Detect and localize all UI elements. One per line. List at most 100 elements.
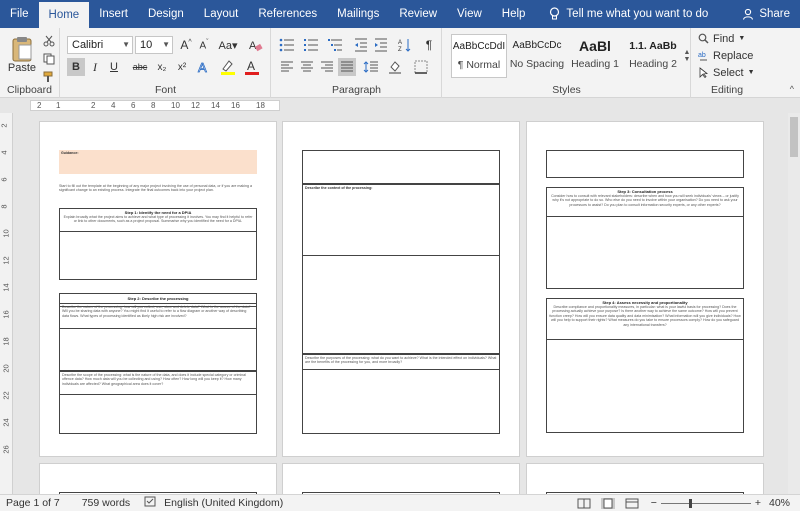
tab-mailings[interactable]: Mailings — [327, 0, 389, 28]
font-color-button[interactable]: A — [243, 58, 261, 76]
change-case-button[interactable]: Aa▾ — [219, 36, 238, 54]
view-buttons — [577, 497, 639, 509]
select-button[interactable]: Select ▼ — [698, 64, 755, 81]
line-spacing-button[interactable] — [362, 58, 380, 76]
web-layout-icon[interactable] — [625, 498, 639, 509]
underline-button[interactable]: U — [105, 58, 123, 76]
borders-button[interactable] — [412, 58, 430, 76]
language[interactable]: English (United Kingdom) — [164, 497, 283, 509]
ruler-mark: 16 — [231, 101, 240, 110]
tab-help[interactable]: Help — [492, 0, 536, 28]
page-4[interactable] — [39, 463, 277, 494]
tab-layout[interactable]: Layout — [194, 0, 249, 28]
vertical-scrollbar[interactable] — [788, 113, 800, 494]
scrollbar-thumb[interactable] — [790, 117, 798, 157]
clipboard-group: Paste Clipboard — [0, 28, 60, 98]
align-center-button[interactable] — [298, 58, 316, 76]
clear-formatting-button[interactable]: A — [247, 36, 265, 54]
page-6[interactable] — [526, 463, 764, 494]
paste-button[interactable]: Paste — [6, 32, 38, 78]
multilevel-list-button[interactable] — [326, 36, 344, 54]
document-canvas[interactable]: Guidance: Start to fill out the template… — [14, 113, 800, 494]
page-3[interactable]: Step 3: Consultation process Consider ho… — [526, 121, 764, 457]
tab-references[interactable]: References — [248, 0, 327, 28]
decrease-indent-button[interactable] — [352, 36, 370, 54]
styles-scroll-button[interactable]: ▲ ▼ — [683, 34, 691, 78]
align-left-button[interactable] — [278, 58, 296, 76]
vruler-mark: 10 — [1, 229, 11, 238]
styles-group-label: Styles — [552, 84, 581, 96]
tab-insert[interactable]: Insert — [89, 0, 138, 28]
zoom-out-icon[interactable]: − — [651, 497, 657, 509]
zoom-thumb[interactable] — [688, 498, 692, 508]
intro-text: Start to fill out the template at the be… — [59, 184, 252, 193]
print-layout-icon[interactable] — [600, 497, 615, 509]
style-heading-2[interactable]: 1.1. AaBb Heading 2 — [625, 34, 681, 78]
vertical-ruler[interactable]: 2 4 6 8 10 12 14 16 18 20 22 24 26 — [0, 113, 13, 494]
multilevel-list-icon — [328, 39, 342, 51]
bold-button[interactable]: B — [67, 58, 85, 76]
status-bar: Page 1 of 7 759 words English (United Ki… — [0, 494, 800, 511]
p2-top-box — [302, 150, 500, 184]
tab-review[interactable]: Review — [389, 0, 447, 28]
show-marks-button[interactable]: ¶ — [420, 36, 438, 54]
page-5[interactable] — [282, 463, 520, 494]
tell-me-text: Tell me what you want to do — [566, 8, 709, 20]
vruler-mark: 2 — [0, 123, 9, 128]
style-heading-1[interactable]: AaBl Heading 1 — [567, 34, 623, 78]
find-button[interactable]: Find ▼ — [698, 30, 745, 47]
sort-button[interactable]: AZ — [396, 36, 414, 54]
bullet-list-icon — [279, 38, 294, 52]
numbering-button[interactable] — [302, 36, 320, 54]
style-heading-2-preview: 1.1. AaBb — [629, 40, 677, 52]
clear-formatting-icon: A — [249, 40, 263, 52]
copy-button[interactable] — [40, 50, 58, 68]
nature-box: Describe the nature of the processing: h… — [59, 303, 257, 371]
share-button[interactable]: Share — [742, 0, 790, 28]
zoom-slider[interactable]: − + — [651, 497, 761, 509]
word-count[interactable]: 759 words — [82, 497, 130, 509]
justify-button[interactable] — [338, 58, 356, 76]
zoom-in-icon[interactable]: + — [755, 497, 761, 509]
border-icon — [414, 60, 428, 74]
style-normal[interactable]: AaBbCcDdI ¶ Normal — [451, 34, 507, 78]
shrink-font-button[interactable]: Aˇ — [195, 36, 213, 54]
cut-button[interactable] — [40, 32, 58, 50]
font-name-select[interactable]: Calibri ▼ — [67, 36, 133, 54]
replace-button[interactable]: ab Replace — [698, 47, 753, 64]
style-heading-1-name: Heading 1 — [571, 58, 619, 70]
tell-me-box[interactable]: Tell me what you want to do — [549, 0, 708, 28]
zoom-track[interactable] — [660, 498, 751, 508]
style-no-spacing[interactable]: AaBbCcDc No Spacing — [509, 34, 565, 78]
subscript-button[interactable]: x₂ — [153, 58, 171, 76]
superscript-button[interactable]: x² — [173, 58, 191, 76]
purpose-text: Describe the purposes of the processing:… — [305, 356, 497, 365]
tab-file[interactable]: File — [0, 0, 39, 28]
strikethrough-button[interactable]: abc — [131, 58, 149, 76]
align-left-icon — [281, 61, 293, 72]
increase-indent-button[interactable] — [372, 36, 390, 54]
bullets-button[interactable] — [278, 36, 296, 54]
text-effects-button[interactable]: A — [195, 58, 213, 76]
decrease-indent-icon — [355, 38, 367, 52]
shading-button[interactable] — [386, 58, 404, 76]
highlight-button[interactable] — [219, 58, 237, 76]
italic-button[interactable]: I — [86, 58, 104, 76]
page-count[interactable]: Page 1 of 7 — [6, 497, 60, 509]
style-normal-name: ¶ Normal — [457, 59, 501, 71]
font-size-select[interactable]: 10 ▼ — [135, 36, 173, 54]
page-1[interactable]: Guidance: Start to fill out the template… — [39, 121, 277, 457]
align-right-button[interactable] — [318, 58, 336, 76]
tab-view[interactable]: View — [447, 0, 492, 28]
tab-design[interactable]: Design — [138, 0, 194, 28]
grow-font-button[interactable]: A^ — [177, 36, 195, 54]
collapse-ribbon-button[interactable]: ^ — [790, 84, 794, 94]
ruler-strip[interactable]: 2 1 2 4 6 8 10 12 14 16 18 — [30, 100, 280, 111]
tab-home[interactable]: Home — [38, 2, 90, 28]
context-text: Describe the context of the processing: — [305, 186, 373, 190]
zoom-level[interactable]: 40% — [769, 497, 790, 509]
style-heading-1-preview: AaBl — [579, 38, 611, 54]
page-2[interactable]: Describe the context of the processing: … — [282, 121, 520, 457]
read-mode-icon[interactable] — [577, 498, 591, 509]
proofing-icon[interactable] — [144, 496, 156, 510]
